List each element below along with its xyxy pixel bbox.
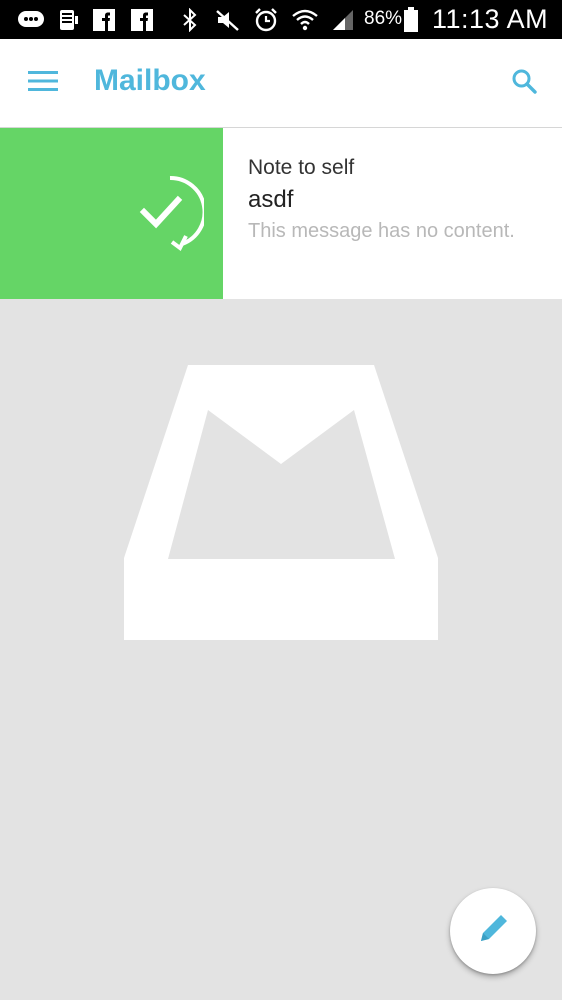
app-bar: Mailbox xyxy=(0,39,562,128)
menu-button[interactable] xyxy=(18,61,68,105)
bluetooth-icon xyxy=(180,7,200,33)
message-subject: asdf xyxy=(248,186,294,213)
mute-icon xyxy=(214,7,242,33)
facebook-icon xyxy=(130,7,154,33)
compose-button[interactable] xyxy=(450,888,536,974)
message-row[interactable]: Note to self asdf This message has no co… xyxy=(0,128,562,299)
status-bar: 86% 11:13 AM xyxy=(0,0,562,39)
voicemail-icon xyxy=(55,7,81,33)
facebook-icon xyxy=(92,7,116,33)
message-sender: Note to self xyxy=(248,156,355,179)
battery-icon xyxy=(402,7,420,33)
alarm-icon xyxy=(252,7,280,33)
battery-percent: 86% xyxy=(364,8,403,29)
message-content[interactable]: Note to self asdf This message has no co… xyxy=(223,128,562,299)
search-button[interactable] xyxy=(500,61,548,105)
page-title: Mailbox xyxy=(94,64,206,97)
hamburger-menu-icon xyxy=(28,70,58,97)
swipe-archive-action[interactable] xyxy=(0,128,223,299)
status-time: 11:13 AM xyxy=(432,4,549,34)
screen: 86% 11:13 AM Mailbox Note to self asdf T… xyxy=(0,0,562,1000)
message-preview: This message has no content. xyxy=(248,220,515,242)
compose-pencil-icon xyxy=(475,911,511,952)
wifi-icon xyxy=(290,7,320,33)
signal-icon xyxy=(330,7,356,33)
chat-bubble-icon xyxy=(16,7,46,33)
check-undo-icon xyxy=(134,172,207,252)
search-icon xyxy=(511,68,537,99)
mailbox-logo-icon xyxy=(124,365,438,640)
